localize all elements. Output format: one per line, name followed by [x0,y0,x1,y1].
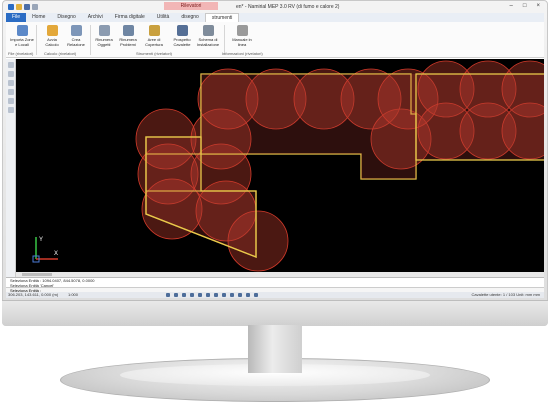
tab-firma-digitale[interactable]: Firma digitale [109,13,151,22]
import-icon [16,25,28,36]
pan-icon[interactable] [230,293,234,297]
import-zones-button[interactable]: Importa Zone e Locali [10,25,34,47]
scale-select[interactable]: 1:000 [68,292,78,298]
renumber-objects-button[interactable]: Rinumera Oggetti [92,25,116,47]
document-title: en* - Namirial MEP 3.0 RV (di fumo e cal… [236,4,340,10]
create-report-button[interactable]: Crea Relazione [64,25,88,47]
grid-icon[interactable] [174,293,178,297]
tab-disegno-ctx[interactable]: disegno [175,13,205,22]
save-icon[interactable] [24,4,30,10]
undo-icon[interactable] [32,4,38,10]
quick-access-toolbar [8,4,38,10]
coverage-areas-icon [148,25,160,36]
svg-text:X: X [54,251,58,257]
minimize-button[interactable]: – [510,3,513,9]
coordinate-readout: 306.203, 143.611, 0.000 (m) [8,292,59,297]
schema-icon [202,25,214,36]
context-tab-header: Rilevatori [164,2,218,10]
status-right-info: Cavalette utente: 1 / 103 Unit: mm mm [471,292,540,297]
status-bar: 306.203, 143.611, 0.000 (m) 1:000 Cavale… [6,292,544,298]
tab-home[interactable]: Home [26,13,51,22]
zoom-in-icon[interactable] [206,293,210,297]
polar-icon[interactable] [190,293,194,297]
monitor-stand-neck [248,325,302,373]
close-button[interactable]: × [536,3,540,9]
title-bar: Rilevatori en* - Namirial MEP 3.0 RV (di… [6,2,544,13]
tool-icon[interactable] [8,107,14,113]
status-tools [166,293,258,297]
tool-icon[interactable] [8,89,14,95]
coverage-areas-button[interactable]: Aree di Copertura [142,25,166,47]
tool-icon[interactable] [8,80,14,86]
floor-plan-drawing: Y X [32,60,544,272]
tab-utilita[interactable]: Utilità [151,13,176,22]
calculate-icon [46,25,58,36]
run-calculation-button[interactable]: Avvia Calcolo [40,25,64,47]
ortho-icon[interactable] [182,293,186,297]
screen: Rilevatori en* - Namirial MEP 3.0 RV (di… [6,2,544,298]
settings-icon[interactable] [254,293,258,297]
room-outline [415,73,544,161]
group-label-calcolo: Calcolo (rivelatori) [44,51,77,56]
renumber-problems-button[interactable]: Rinumera Problemi [116,25,140,47]
ribbon-separator [90,25,91,55]
tool-icon[interactable] [8,62,14,68]
scrollbar-thumb[interactable] [22,273,52,276]
renumber-objects-icon [98,25,110,36]
maximize-button[interactable]: □ [523,3,527,9]
osnap-icon[interactable] [198,293,202,297]
window-controls: – □ × [510,3,540,9]
tool-icon[interactable] [8,71,14,77]
installation-schema-button[interactable]: Schema di Installazione [196,25,220,47]
tab-disegno[interactable]: Disegno [51,13,81,22]
tool-icon[interactable] [8,98,14,104]
group-label-informazioni: Informazioni (rivelatori) [222,51,263,56]
tab-file[interactable]: File [6,13,27,22]
snap-icon[interactable] [166,293,170,297]
monitor-chin [2,300,548,326]
layer-icon[interactable] [238,293,242,297]
renumber-problems-icon [122,25,134,36]
report-icon [70,25,82,36]
ribbon: Importa Zone e Locali Avvia Calcolo Crea… [6,22,544,58]
tab-archivi[interactable]: Archivi [82,13,109,22]
zoom-extents-icon[interactable] [222,293,226,297]
group-label-file: File (rivelatori) [8,51,34,56]
app-logo-icon[interactable] [8,4,14,10]
table-icon [176,25,188,36]
cavalette-table-button[interactable]: Prospetto Cavalette [170,25,194,47]
left-toolbar [6,59,16,277]
ribbon-tabs: File Home Disegno Archivi Firma digitale… [6,13,544,22]
ribbon-separator [36,25,37,55]
group-label-strumenti: Strumenti (rivelatori) [136,51,173,56]
zoom-out-icon[interactable] [214,293,218,297]
tab-strumenti[interactable]: strumenti [204,13,240,22]
properties-icon[interactable] [246,293,250,297]
cad-drawing-canvas[interactable]: Y X [16,59,544,277]
ucs-axis-icon: Y X [32,237,58,263]
online-manual-button[interactable]: Manuale in linea [230,25,254,47]
open-icon[interactable] [16,4,22,10]
svg-text:Y: Y [39,237,43,243]
help-icon [236,25,248,36]
